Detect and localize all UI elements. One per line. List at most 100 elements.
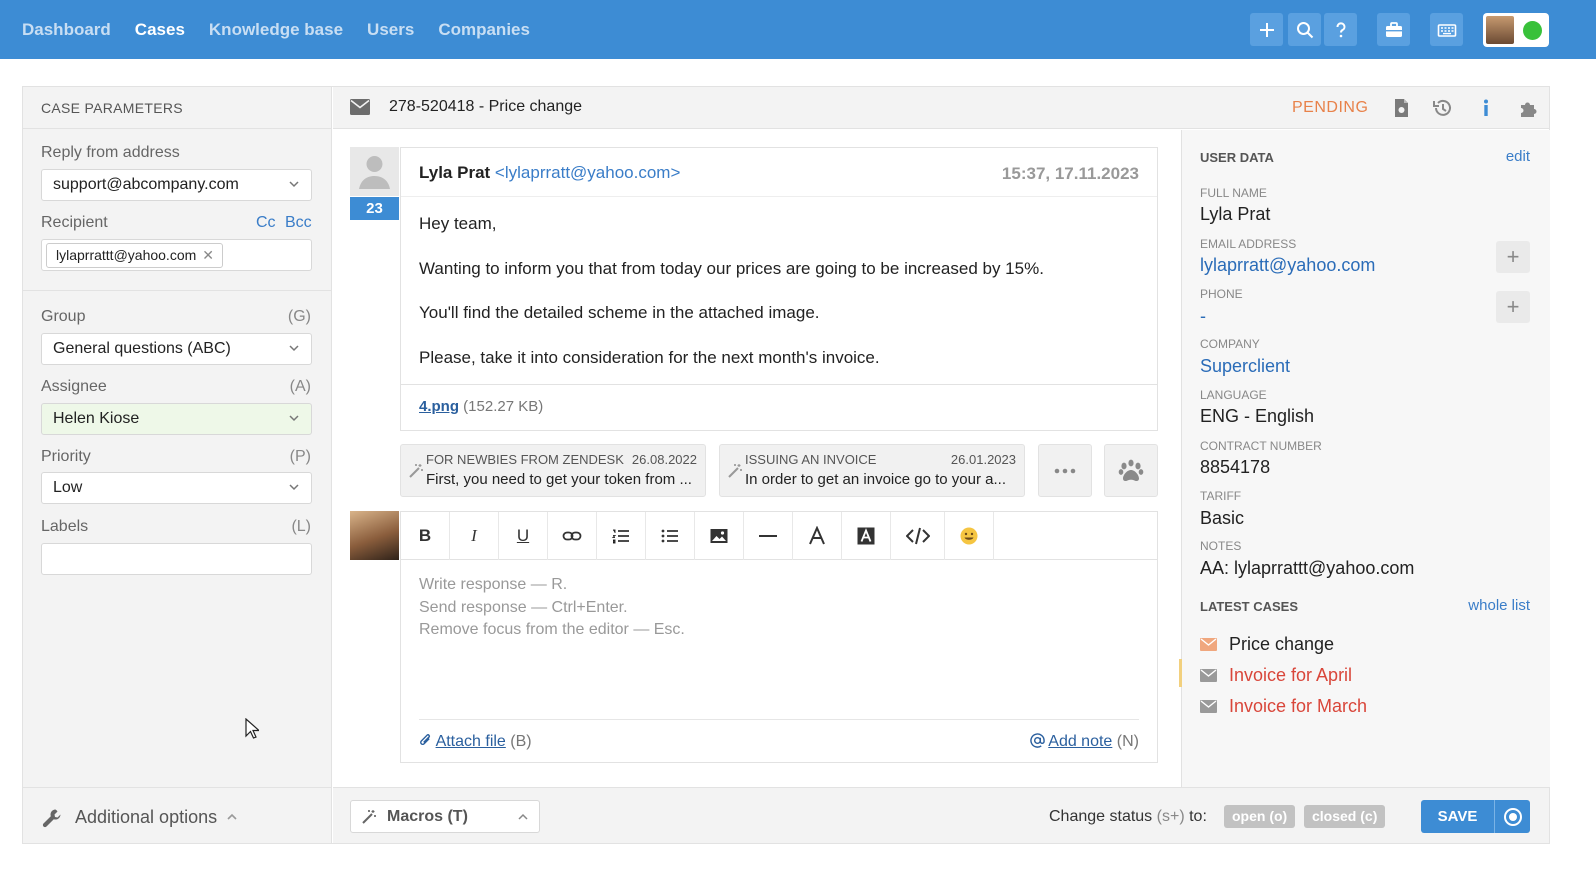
info-icon[interactable] <box>1475 97 1497 119</box>
user-menu[interactable] <box>1483 13 1549 47</box>
link-button[interactable] <box>548 512 597 560</box>
envelope-icon <box>1200 700 1217 713</box>
history-icon[interactable] <box>1432 97 1454 119</box>
labels-input[interactable] <box>41 543 312 575</box>
nav-dashboard[interactable]: Dashboard <box>22 20 111 40</box>
latest-case-item[interactable]: Invoice for March <box>1200 696 1367 717</box>
pdf-icon[interactable] <box>1390 97 1412 119</box>
action-footer: Macros (T) Change status (s+) to: open (… <box>333 787 1549 843</box>
ordered-list-button[interactable] <box>597 512 646 560</box>
horizontal-rule-button[interactable] <box>744 512 793 560</box>
additional-options-toggle[interactable]: Additional options <box>23 787 331 843</box>
assignee-select[interactable]: Helen Kiose <box>41 403 312 435</box>
envelope-icon <box>1200 669 1217 682</box>
status-badge[interactable]: PENDING <box>1292 99 1368 117</box>
priority-select[interactable]: Low <box>41 472 312 504</box>
chevron-down-icon <box>289 345 299 352</box>
envelope-icon <box>350 99 370 115</box>
nav-companies[interactable]: Companies <box>438 20 530 40</box>
contract-number-value: 8854178 <box>1200 457 1271 477</box>
sender-email[interactable]: <lylaprratt@yahoo.com> <box>495 163 680 182</box>
text-color-icon <box>809 526 825 545</box>
add-email-button[interactable]: + <box>1496 241 1530 273</box>
attachment-row: 4.png (152.27 KB) <box>401 384 1157 430</box>
status-open-button[interactable]: open (o) <box>1224 805 1296 828</box>
code-button[interactable] <box>891 512 945 560</box>
bcc-link[interactable]: Bcc <box>285 214 312 232</box>
emoji-button[interactable] <box>945 512 994 560</box>
puzzle-icon[interactable] <box>1517 97 1539 119</box>
close-icon[interactable]: ✕ <box>202 247 214 263</box>
assignee-value: Helen Kiose <box>53 410 140 427</box>
plus-icon[interactable] <box>1250 13 1283 46</box>
keyboard-icon[interactable] <box>1430 13 1463 46</box>
field-label: CONTRACT NUMBER <box>1200 439 1322 453</box>
nav-knowledge-base[interactable]: Knowledge base <box>209 20 343 40</box>
field-label: COMPANY <box>1200 337 1260 351</box>
notes-value: AA: lylaprrattt@yahoo.com <box>1200 558 1415 578</box>
group-shortcut: (G) <box>287 308 311 325</box>
add-note[interactable]: Add note (N) <box>1029 733 1139 751</box>
envelope-icon <box>1200 638 1217 651</box>
bullet-list-icon <box>661 529 678 543</box>
tariff-value: Basic <box>1200 508 1245 528</box>
paw-button[interactable] <box>1104 444 1158 497</box>
recipient-input[interactable]: lylaprrattt@yahoo.com ✕ <box>41 239 312 271</box>
change-status-label: Change status (s+) to: <box>1049 808 1207 826</box>
save-button-group: SAVE <box>1421 800 1530 833</box>
field-label: FULL NAME <box>1200 186 1267 200</box>
edit-user-link[interactable]: edit <box>1506 148 1530 165</box>
attach-file-link[interactable]: Attach file <box>436 733 506 750</box>
group-select[interactable]: General questions (ABC) <box>41 333 312 365</box>
agent-avatar <box>350 511 399 560</box>
underline-button[interactable]: U <box>499 512 548 560</box>
latest-case-item[interactable]: Invoice for April <box>1200 665 1352 686</box>
message-count-badge: 23 <box>350 197 399 220</box>
save-option-icon[interactable] <box>1504 808 1522 826</box>
add-phone-button[interactable]: + <box>1496 291 1530 323</box>
reply-editor[interactable]: B I U Write response — R. Send response … <box>400 511 1158 763</box>
save-button[interactable]: SAVE <box>1421 800 1495 833</box>
bold-button[interactable]: B <box>401 512 450 560</box>
magic-wand-icon <box>362 810 376 824</box>
avatar <box>1486 16 1514 44</box>
macro-card[interactable]: FOR NEWBIES FROM ZENDESK 26.08.2022 Firs… <box>400 444 706 497</box>
background-color-button[interactable] <box>842 512 891 560</box>
text-color-button[interactable] <box>793 512 842 560</box>
nav-cases[interactable]: Cases <box>135 20 185 40</box>
plus-icon: + <box>1506 244 1520 269</box>
more-macros-button[interactable] <box>1038 444 1092 497</box>
at-sign-icon <box>1029 733 1045 748</box>
nav-users[interactable]: Users <box>367 20 414 40</box>
whole-list-link[interactable]: whole list <box>1468 597 1530 614</box>
macros-dropdown[interactable]: Macros (T) <box>350 800 540 833</box>
status-closed-button[interactable]: closed (c) <box>1304 805 1386 828</box>
bullet-list-button[interactable] <box>646 512 695 560</box>
labels-shortcut: (L) <box>291 518 311 535</box>
italic-button[interactable]: I <box>450 512 499 560</box>
image-button[interactable] <box>695 512 744 560</box>
macro-card[interactable]: ISSUING AN INVOICE 26.01.2023 In order t… <box>719 444 1025 497</box>
latest-case-title: Invoice for April <box>1229 665 1353 685</box>
user-data-panel: USER DATA edit FULL NAME Lyla Prat EMAIL… <box>1179 130 1550 787</box>
group-value: General questions (ABC) <box>53 340 231 357</box>
attachment-link[interactable]: 4.png <box>419 398 459 415</box>
help-icon[interactable] <box>1324 13 1357 46</box>
divider <box>401 196 1157 197</box>
latest-case-item[interactable]: Price change <box>1200 634 1334 655</box>
placeholder-line: Send response — Ctrl+Enter. <box>419 598 628 616</box>
email-value[interactable]: lylaprratt@yahoo.com <box>1200 255 1375 276</box>
add-note-link[interactable]: Add note <box>1048 733 1112 750</box>
phone-value[interactable]: - <box>1200 306 1206 327</box>
chevron-down-icon <box>289 415 299 422</box>
attach-file[interactable]: Attach file (B) <box>419 733 532 751</box>
message-line: You'll find the detailed scheme in the a… <box>419 303 820 322</box>
editor-placeholder[interactable]: Write response — R. Send response — Ctrl… <box>419 574 685 642</box>
macro-name: FOR NEWBIES FROM ZENDESK <box>426 452 624 467</box>
company-value[interactable]: Superclient <box>1200 356 1290 377</box>
briefcase-icon[interactable] <box>1377 13 1410 46</box>
search-icon[interactable] <box>1288 13 1321 46</box>
reply-from-select[interactable]: support@abcompany.com <box>41 169 312 201</box>
attach-file-shortcut: (B) <box>510 733 532 750</box>
cc-link[interactable]: Cc <box>256 214 276 232</box>
